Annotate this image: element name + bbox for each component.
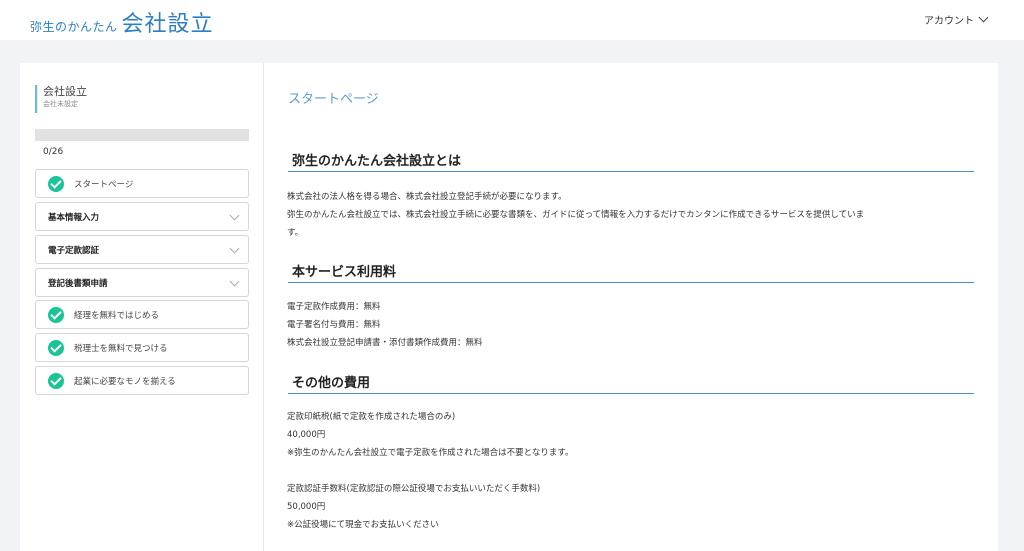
chevron-down-icon — [229, 243, 240, 254]
page-title: スタートページ — [288, 92, 379, 107]
sidebar-item-label: 基本情報入力 — [48, 212, 100, 223]
text-line: 50,000円 — [287, 502, 326, 512]
text-line: す。 — [287, 228, 304, 238]
logo[interactable]: 弥生のかんたん 会社設立 — [30, 6, 214, 37]
section-heading-text: その他の費用 — [292, 376, 371, 391]
company-status: 会社未設定 — [43, 100, 78, 108]
text-line: 電子定款作成費用：無料 — [287, 302, 381, 312]
section-body: 株式会社の法人格を得る場合、株式会社設立登記手続が必要になります。 弥生のかんた… — [287, 188, 977, 242]
chevron-down-icon — [978, 12, 989, 23]
text-line: ※公証役場にて現金でお支払いください — [287, 520, 439, 530]
sidebar-item-label: 起業に必要なモノを揃える — [74, 376, 176, 387]
section-heading: 弥生のかんたん会社設立とは — [288, 150, 974, 172]
text-line: 弥生のかんたん会社設立では、株式会社設立手続に必要な書類を、ガイドに従って情報を… — [287, 210, 865, 220]
sidebar-item-start-page[interactable]: スタートページ — [35, 169, 249, 198]
sidebar-item-label: 税理士を無料で見つける — [74, 343, 168, 354]
check-circle-icon — [48, 175, 64, 192]
content-panel: 会社設立 会社未設定 0/26 スタートページ 基本情報入力 電子定款認証 登記… — [20, 63, 998, 551]
text-line: 定款認証手数料(定款認証の際公証役場でお支払いいただく手数料) — [287, 484, 541, 494]
top-bar: 弥生のかんたん 会社設立 アカウント — [0, 0, 1024, 40]
section-heading: その他の費用 — [288, 372, 974, 394]
logo-big-text: 会社設立 — [121, 12, 214, 37]
section-body: 電子定款作成費用：無料 電子署名付与費用：無料 株式会社設立登記申請書・添付書類… — [287, 298, 977, 352]
company-name: 会社設立 — [43, 85, 87, 98]
section-heading-text: 弥生のかんたん会社設立とは — [292, 154, 462, 169]
sidebar-item-label: 経理を無料ではじめる — [74, 310, 160, 321]
sidebar-item-e-articles[interactable]: 電子定款認証 — [35, 235, 249, 264]
text-line: ※弥生のかんたん会社設立で電子定款を作成された場合は不要となります。 — [287, 448, 574, 458]
check-circle-icon — [48, 339, 64, 356]
sidebar-item-accounting[interactable]: 経理を無料ではじめる — [35, 300, 249, 329]
text-line: 40,000円 — [287, 430, 326, 440]
company-info: 会社設立 会社未設定 — [35, 85, 135, 113]
sidebar-item-tax-accountant[interactable]: 税理士を無料で見つける — [35, 333, 249, 362]
progress-bar — [35, 129, 249, 141]
text-line: 株式会社設立登記申請書・添付書類作成費用：無料 — [287, 338, 483, 348]
sidebar-item-basic-info[interactable]: 基本情報入力 — [35, 202, 249, 231]
chevron-down-icon — [229, 210, 240, 221]
progress-text: 0/26 — [43, 147, 64, 157]
account-label: アカウント — [924, 16, 974, 27]
chevron-down-icon — [229, 276, 240, 287]
sidebar-item-label: 登記後書類申請 — [48, 278, 108, 289]
main-content: スタートページ 弥生のかんたん会社設立とは 株式会社の法人格を得る場合、株式会社… — [265, 63, 998, 551]
sidebar-item-startup-supplies[interactable]: 起業に必要なモノを揃える — [35, 366, 249, 395]
sidebar: 会社設立 会社未設定 0/26 スタートページ 基本情報入力 電子定款認証 登記… — [20, 63, 264, 551]
text-line: 電子署名付与費用：無料 — [287, 320, 381, 330]
logo-small-text: 弥生のかんたん — [30, 20, 118, 34]
sidebar-item-label: 電子定款認証 — [48, 245, 100, 256]
account-menu[interactable]: アカウント — [924, 12, 989, 27]
text-line: 株式会社の法人格を得る場合、株式会社設立登記手続が必要になります。 — [287, 192, 567, 202]
sidebar-item-post-registration[interactable]: 登記後書類申請 — [35, 268, 249, 297]
text-line: 定款印紙税(紙で定款を作成された場合のみ) — [287, 412, 456, 422]
section-heading: 本サービス利用料 — [288, 261, 974, 283]
section-heading-text: 本サービス利用料 — [292, 265, 397, 280]
check-circle-icon — [48, 372, 64, 389]
sidebar-item-label: スタートページ — [74, 179, 134, 190]
check-circle-icon — [48, 306, 64, 323]
section-body: 定款印紙税(紙で定款を作成された場合のみ) 40,000円 ※弥生のかんたん会社… — [287, 408, 977, 534]
